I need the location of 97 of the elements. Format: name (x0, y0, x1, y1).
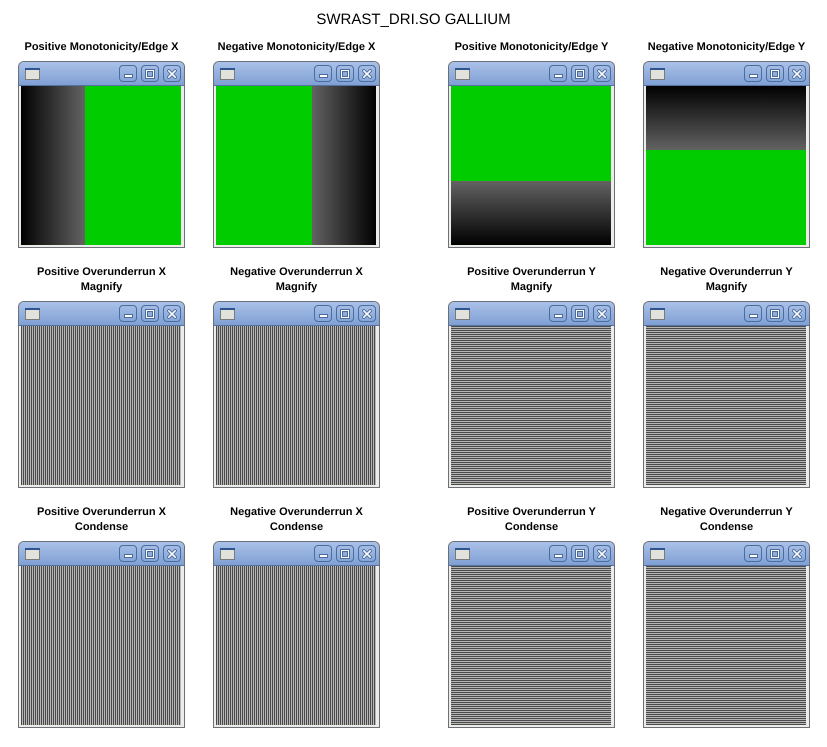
close-button[interactable] (163, 545, 181, 562)
test-caption: Negative Overunderrun Y Magnify (660, 265, 793, 295)
close-button[interactable] (788, 65, 806, 82)
maximize-button[interactable] (336, 65, 354, 82)
close-icon (362, 548, 372, 558)
maximize-icon (770, 68, 780, 78)
minimize-button[interactable] (549, 545, 567, 562)
close-icon (167, 308, 177, 318)
maximize-button[interactable] (766, 305, 784, 322)
page-title: SWRAST_DRI.SO GALLIUM (316, 11, 511, 29)
minimize-button[interactable] (549, 65, 567, 82)
window-icon[interactable] (220, 68, 235, 80)
test-caption: Positive Overunderrun X Condense (37, 505, 166, 535)
maximize-button[interactable] (336, 305, 354, 322)
test-caption: Positive Monotonicity/Edge X (24, 40, 179, 55)
close-icon (362, 308, 372, 318)
maximize-icon (575, 548, 585, 558)
close-button[interactable] (358, 305, 376, 322)
minimize-button[interactable] (314, 65, 332, 82)
maximize-icon (145, 308, 155, 318)
close-icon (167, 548, 177, 558)
close-icon (792, 68, 802, 78)
maximize-button[interactable] (571, 305, 589, 322)
close-button[interactable] (593, 305, 611, 322)
test-caption: Positive Overunderrun Y Condense (467, 505, 596, 535)
maximize-icon (575, 308, 585, 318)
close-button[interactable] (593, 65, 611, 82)
minimize-icon (748, 314, 758, 318)
minimize-button[interactable] (549, 305, 567, 322)
test-caption: Positive Overunderrun Y Magnify (467, 265, 596, 295)
minimize-icon (554, 74, 562, 78)
minimize-button[interactable] (744, 65, 762, 82)
minimize-icon (124, 314, 132, 318)
maximize-icon (340, 308, 350, 318)
window-icon[interactable] (220, 308, 235, 320)
minimize-button[interactable] (119, 545, 137, 562)
test-caption: Negative Overunderrun X Magnify (230, 265, 363, 295)
close-button[interactable] (358, 545, 376, 562)
maximize-icon (340, 548, 350, 558)
maximize-icon (145, 68, 155, 78)
minimize-button[interactable] (119, 305, 137, 322)
minimize-button[interactable] (314, 545, 332, 562)
minimize-icon (318, 74, 328, 78)
maximize-icon (340, 68, 350, 78)
test-caption: Negative Monotonicity/Edge X (218, 40, 376, 55)
close-icon (792, 548, 802, 558)
close-icon (597, 548, 607, 558)
maximize-button[interactable] (571, 65, 589, 82)
minimize-button[interactable] (314, 305, 332, 322)
close-button[interactable] (593, 545, 611, 562)
close-button[interactable] (788, 305, 806, 322)
maximize-button[interactable] (141, 545, 159, 562)
close-icon (792, 308, 802, 318)
window-icon[interactable] (25, 68, 40, 80)
test-caption: Positive Monotonicity/Edge Y (454, 40, 608, 55)
maximize-button[interactable] (141, 305, 159, 322)
window-icon[interactable] (650, 308, 665, 320)
window-icon[interactable] (455, 308, 470, 320)
test-caption: Negative Overunderrun Y Condense (660, 505, 793, 535)
close-icon (167, 68, 177, 78)
maximize-icon (770, 308, 780, 318)
window-icon[interactable] (650, 548, 665, 560)
minimize-icon (124, 74, 132, 78)
close-icon (597, 68, 607, 78)
window-icon[interactable] (455, 548, 470, 560)
minimize-icon (748, 74, 758, 78)
minimize-button[interactable] (744, 545, 762, 562)
window-icon[interactable] (650, 68, 665, 80)
minimize-icon (748, 554, 758, 558)
maximize-icon (145, 548, 155, 558)
maximize-button[interactable] (571, 545, 589, 562)
window-icon[interactable] (220, 548, 235, 560)
maximize-icon (575, 68, 585, 78)
maximize-button[interactable] (336, 545, 354, 562)
minimize-icon (554, 314, 562, 318)
window-icon[interactable] (455, 68, 470, 80)
maximize-icon (770, 548, 780, 558)
window-icon[interactable] (25, 308, 40, 320)
test-caption: Negative Monotonicity/Edge Y (648, 40, 806, 55)
test-caption: Positive Overunderrun X Magnify (37, 265, 166, 295)
maximize-button[interactable] (766, 65, 784, 82)
minimize-icon (554, 554, 562, 558)
maximize-button[interactable] (141, 65, 159, 82)
minimize-icon (318, 314, 328, 318)
close-button[interactable] (163, 65, 181, 82)
minimize-button[interactable] (744, 305, 762, 322)
close-button[interactable] (788, 545, 806, 562)
maximize-button[interactable] (766, 545, 784, 562)
close-button[interactable] (163, 305, 181, 322)
close-icon (597, 308, 607, 318)
minimize-button[interactable] (119, 65, 137, 82)
close-icon (362, 68, 372, 78)
minimize-icon (318, 554, 328, 558)
test-caption: Negative Overunderrun X Condense (230, 505, 363, 535)
minimize-icon (124, 554, 132, 558)
window-icon[interactable] (25, 548, 40, 560)
close-button[interactable] (358, 65, 376, 82)
